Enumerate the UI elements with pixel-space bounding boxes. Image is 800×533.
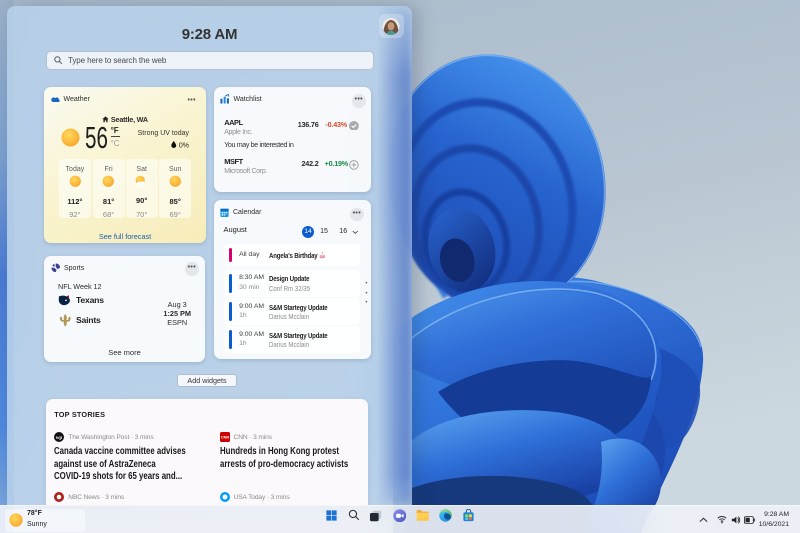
svg-text:CNN: CNN: [220, 435, 229, 439]
svg-text:wp: wp: [56, 435, 63, 440]
